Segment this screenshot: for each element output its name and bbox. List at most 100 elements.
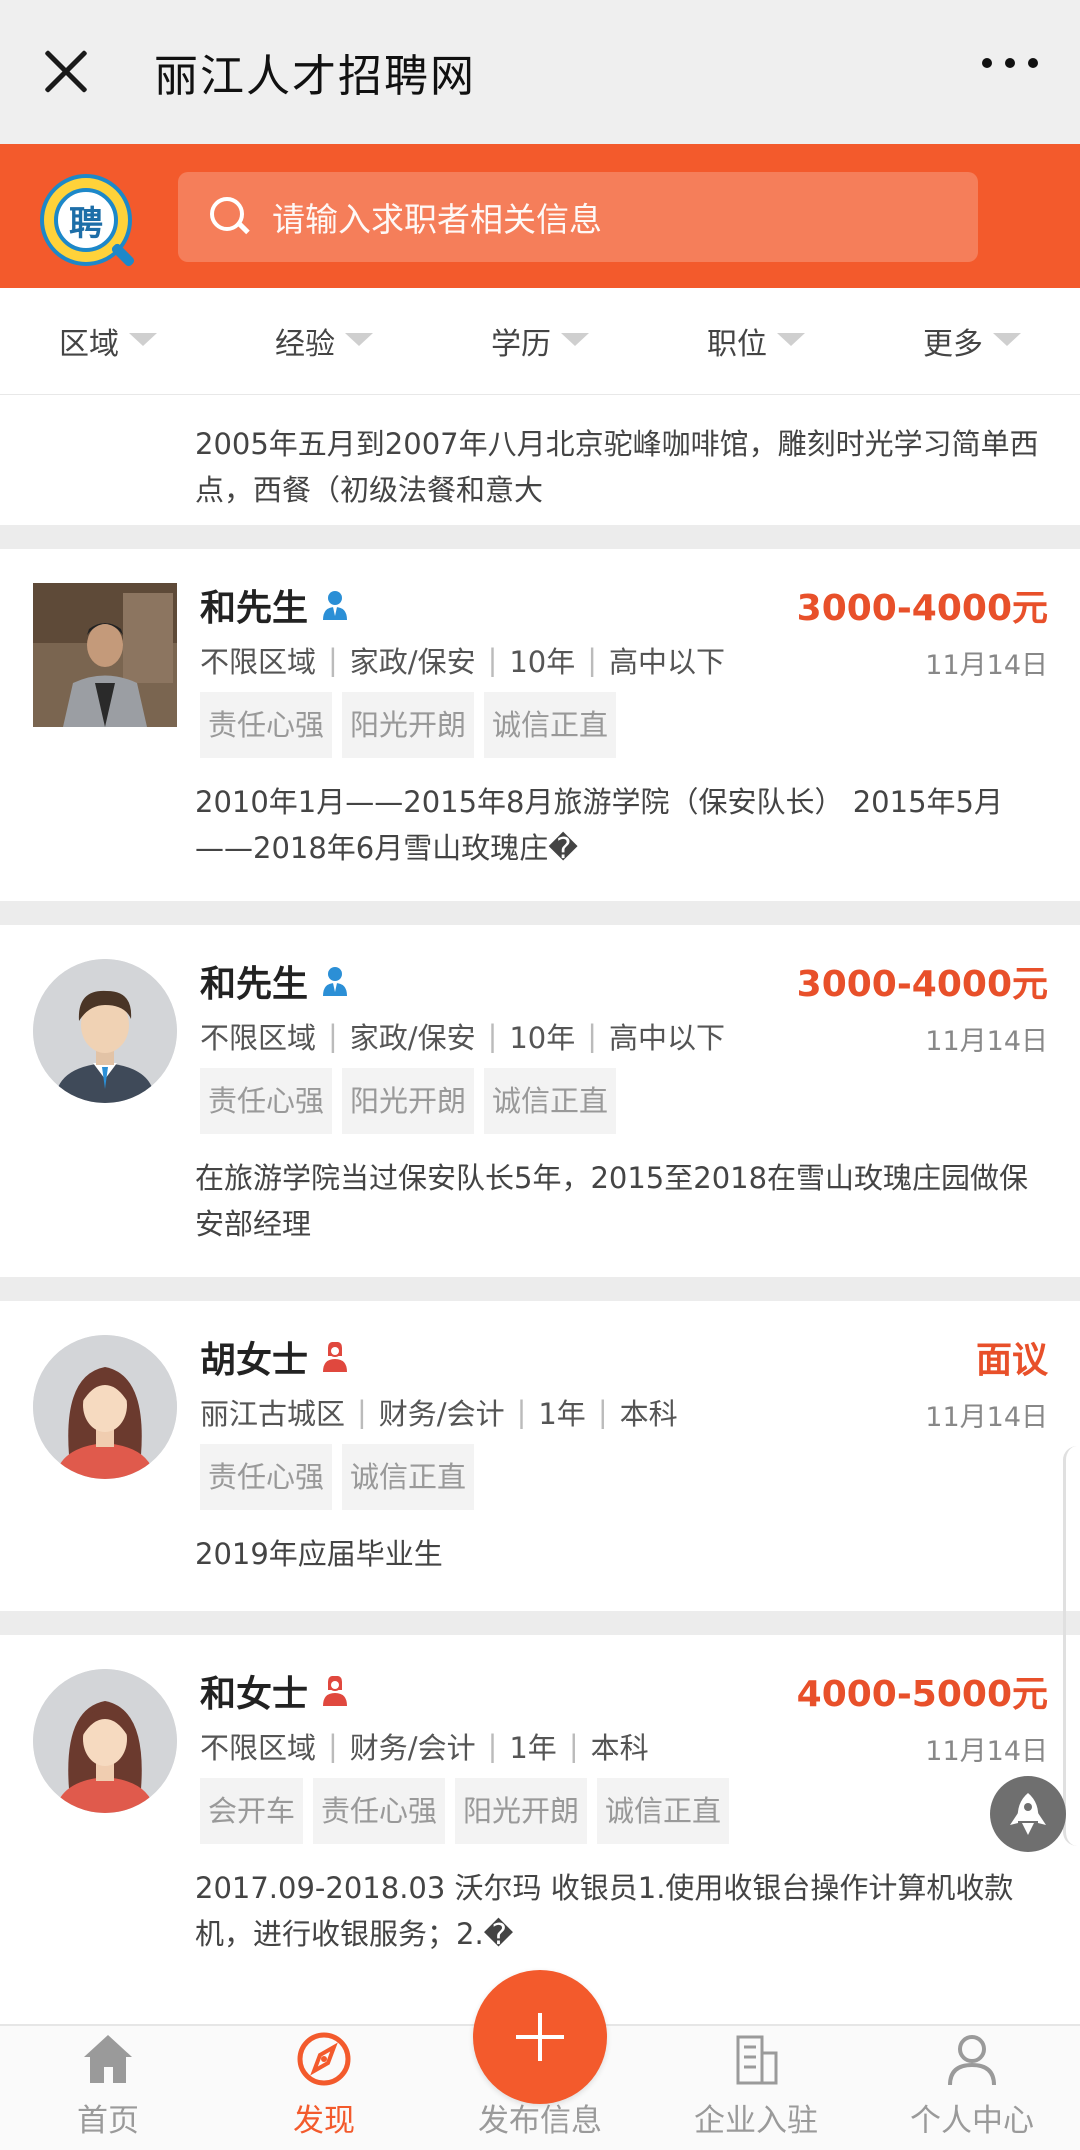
logo-text: 聘 bbox=[54, 188, 118, 252]
tag: 会开车 bbox=[200, 1778, 304, 1844]
chevron-down-icon bbox=[777, 332, 805, 346]
app-logo: 聘 bbox=[40, 174, 136, 268]
user-icon bbox=[948, 2035, 996, 2086]
search-placeholder: 请输入求职者相关信息 bbox=[272, 200, 602, 239]
female-icon bbox=[323, 1676, 348, 1706]
candidate-name: 胡女士 bbox=[200, 1340, 309, 1381]
tag-list: 会开车 责任心强 阳光开朗 诚信正直 bbox=[200, 1778, 730, 1844]
post-date: 11月14日 bbox=[925, 650, 1048, 681]
post-date: 11月14日 bbox=[925, 1026, 1048, 1057]
chevron-down-icon bbox=[993, 332, 1021, 346]
tag: 阳光开朗 bbox=[342, 692, 475, 758]
salary: 3000-4000元 bbox=[796, 588, 1048, 629]
male-icon bbox=[323, 591, 348, 620]
filter-experience[interactable]: 经验 bbox=[216, 288, 432, 394]
building-icon bbox=[736, 2035, 778, 2085]
resume-card[interactable]: 和先生 3000-4000元 不限区域 | 家政/保安 | 10年 | 高中以下 11… bbox=[0, 549, 1080, 901]
meta-category: 家政/保安 bbox=[349, 1021, 476, 1055]
chevron-down-icon bbox=[345, 332, 373, 346]
avatar bbox=[33, 959, 177, 1103]
search-input[interactable]: 请输入求职者相关信息 bbox=[178, 172, 978, 262]
filter-region[interactable]: 区域 bbox=[0, 288, 216, 394]
discover-icon bbox=[297, 2032, 351, 2086]
resume-snippet: 2005年五月到2007年八月北京驼峰咖啡馆，雕刻时光学习简单西点，西餐（初级法… bbox=[195, 427, 1039, 507]
filter-more[interactable]: 更多 bbox=[864, 288, 1080, 394]
meta-education: 本科 bbox=[619, 1397, 678, 1431]
filter-label: 学历 bbox=[491, 327, 551, 362]
window-titlebar: 丽江人才招聘网 bbox=[0, 0, 1080, 144]
resume-list: 2005年五月到2007年八月北京驼峰咖啡馆，雕刻时光学习简单西点，西餐（初级法… bbox=[0, 395, 1080, 1987]
back-to-top-button[interactable] bbox=[990, 1776, 1066, 1852]
resume-snippet: 在旅游学院当过保安队长5年，2015至2018在雪山玫瑰庄园做保安部经理 bbox=[195, 1161, 1029, 1241]
female-icon bbox=[323, 1342, 348, 1372]
tag-list: 责任心强 阳光开朗 诚信正直 bbox=[200, 1068, 617, 1134]
more-icon[interactable] bbox=[982, 58, 1038, 68]
scrollbar[interactable] bbox=[1063, 1446, 1080, 1846]
meta-category: 家政/保安 bbox=[349, 645, 476, 679]
tag: 诚信正直 bbox=[597, 1778, 730, 1844]
candidate-name: 和女士 bbox=[200, 1674, 309, 1715]
candidate-name-row: 和女士 bbox=[200, 1665, 348, 1717]
filter-label: 区域 bbox=[59, 327, 119, 362]
nav-label: 企业入驻 bbox=[694, 2103, 818, 2139]
male-icon bbox=[323, 967, 348, 996]
candidate-meta: 不限区域 | 财务/会计 | 1年 | 本科 bbox=[200, 1725, 649, 1767]
resume-snippet: 2019年应届毕业生 bbox=[195, 1537, 443, 1571]
avatar bbox=[33, 583, 177, 727]
salary: 4000-5000元 bbox=[796, 1674, 1048, 1715]
candidate-name: 和先生 bbox=[200, 964, 309, 1005]
filter-label: 职位 bbox=[707, 327, 767, 362]
search-icon bbox=[208, 195, 252, 239]
meta-experience: 1年 bbox=[509, 1731, 557, 1765]
candidate-name-row: 胡女士 bbox=[200, 1331, 348, 1383]
tag: 诚信正直 bbox=[484, 692, 617, 758]
tag: 责任心强 bbox=[313, 1778, 446, 1844]
resume-card[interactable]: 和先生 3000-4000元 不限区域 | 家政/保安 | 10年 | 高中以下 11… bbox=[0, 925, 1080, 1277]
tag: 阳光开朗 bbox=[455, 1778, 588, 1844]
home-icon bbox=[84, 2035, 132, 2083]
meta-region: 不限区域 bbox=[200, 1021, 317, 1055]
nav-label: 首页 bbox=[77, 2103, 139, 2139]
nav-profile[interactable]: 个人中心 bbox=[864, 2026, 1080, 2150]
candidate-name: 和先生 bbox=[200, 588, 309, 629]
resume-card[interactable]: 和女士 4000-5000元 不限区域 | 财务/会计 | 1年 | 本科 11月14… bbox=[0, 1635, 1080, 1987]
meta-category: 财务/会计 bbox=[349, 1731, 476, 1765]
rocket-icon bbox=[1010, 1793, 1046, 1835]
filter-education[interactable]: 学历 bbox=[432, 288, 648, 394]
candidate-meta: 丽江古城区 | 财务/会计 | 1年 | 本科 bbox=[200, 1391, 678, 1433]
filter-label: 经验 bbox=[275, 327, 335, 362]
meta-experience: 10年 bbox=[509, 645, 576, 679]
window-title: 丽江人才招聘网 bbox=[154, 51, 476, 102]
tag: 诚信正直 bbox=[342, 1444, 475, 1510]
meta-education: 本科 bbox=[590, 1731, 649, 1765]
candidate-name-row: 和先生 bbox=[200, 955, 348, 1007]
filter-bar: 区域 经验 学历 职位 更多 bbox=[0, 288, 1080, 395]
nav-home[interactable]: 首页 bbox=[0, 2026, 216, 2150]
meta-education: 高中以下 bbox=[609, 645, 726, 679]
candidate-meta: 不限区域 | 家政/保安 | 10年 | 高中以下 bbox=[200, 1015, 725, 1057]
nav-label: 发现 bbox=[293, 2103, 355, 2139]
nav-discover[interactable]: 发现 bbox=[216, 2026, 432, 2150]
plus-icon bbox=[516, 2013, 564, 2061]
meta-region: 不限区域 bbox=[200, 1731, 317, 1765]
close-icon[interactable] bbox=[34, 40, 98, 104]
resume-card[interactable]: 胡女士 面议 丽江古城区 | 财务/会计 | 1年 | 本科 11月14日 责任心强 … bbox=[0, 1301, 1080, 1611]
publish-fab-button[interactable] bbox=[473, 1970, 607, 2104]
post-date: 11月14日 bbox=[925, 1402, 1048, 1433]
tag: 责任心强 bbox=[200, 692, 333, 758]
filter-label: 更多 bbox=[923, 327, 983, 362]
meta-education: 高中以下 bbox=[609, 1021, 726, 1055]
nav-enterprise[interactable]: 企业入驻 bbox=[648, 2026, 864, 2150]
candidate-name-row: 和先生 bbox=[200, 579, 348, 631]
chevron-down-icon bbox=[129, 332, 157, 346]
tag-list: 责任心强 阳光开朗 诚信正直 bbox=[200, 692, 617, 758]
candidate-meta: 不限区域 | 家政/保安 | 10年 | 高中以下 bbox=[200, 639, 725, 681]
tag: 责任心强 bbox=[200, 1068, 333, 1134]
tag: 诚信正直 bbox=[484, 1068, 617, 1134]
chevron-down-icon bbox=[561, 332, 589, 346]
meta-region: 不限区域 bbox=[200, 645, 317, 679]
salary: 面议 bbox=[975, 1340, 1048, 1381]
filter-position[interactable]: 职位 bbox=[648, 288, 864, 394]
tag: 责任心强 bbox=[200, 1444, 333, 1510]
meta-category: 财务/会计 bbox=[378, 1397, 505, 1431]
